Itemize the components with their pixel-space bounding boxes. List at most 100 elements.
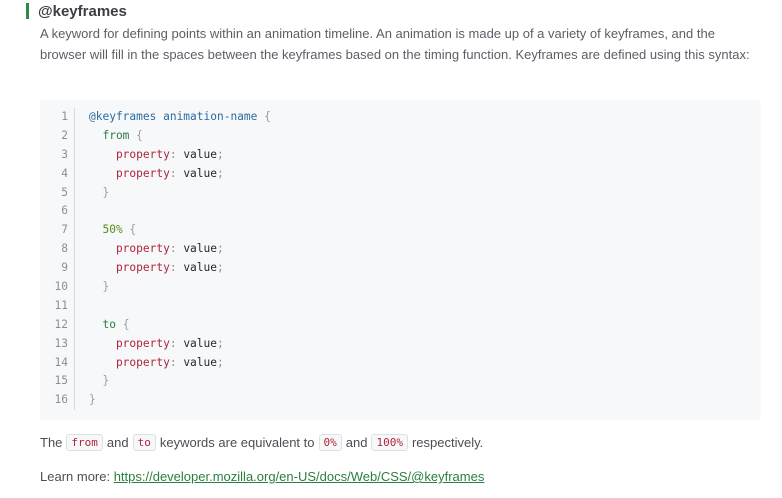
code-lines: 1 @keyframes animation-name {2 from {3 pr… xyxy=(40,108,271,411)
code-token: } xyxy=(89,185,110,199)
code-token: : xyxy=(169,242,184,256)
inline-code-zero-percent: 0% xyxy=(318,434,342,451)
code-text: property: value; xyxy=(75,240,224,259)
code-token: { xyxy=(129,223,137,237)
line-number: 5 xyxy=(40,183,75,203)
code-token: ; xyxy=(217,336,224,350)
code-line: 2 from { xyxy=(40,126,271,146)
code-token: to xyxy=(89,317,123,331)
line-number: 1 xyxy=(40,108,75,127)
line-number: 6 xyxy=(40,202,75,222)
code-token: { xyxy=(122,317,130,331)
code-token: value xyxy=(183,355,217,369)
inline-code-hundred-percent: 100% xyxy=(371,434,408,451)
code-block[interactable]: 1 @keyframes animation-name {2 from {3 pr… xyxy=(40,100,761,420)
description-text: A keyword for defining points within an … xyxy=(40,26,750,62)
code-token: value xyxy=(183,336,217,350)
code-text: to { xyxy=(75,316,129,335)
code-line: 1 @keyframes animation-name { xyxy=(40,108,271,127)
code-token: : xyxy=(169,261,184,275)
code-token: : xyxy=(169,355,184,369)
line-number: 15 xyxy=(40,372,75,392)
code-text: } xyxy=(75,391,96,410)
code-token: property xyxy=(89,336,170,350)
equiv-text-the: The xyxy=(40,435,63,450)
code-line: 3 property: value; xyxy=(40,145,271,165)
code-line: 4 property: value; xyxy=(40,164,271,184)
code-text: from { xyxy=(75,127,143,146)
equiv-text-mid: keywords are equivalent to xyxy=(159,435,315,450)
code-token: { xyxy=(264,110,271,123)
line-number: 13 xyxy=(40,334,75,354)
code-line: 8 property: value; xyxy=(40,240,271,260)
code-token: @keyframes xyxy=(89,110,157,123)
code-text: } xyxy=(75,278,109,297)
code-text: } xyxy=(75,184,109,203)
code-token: ; xyxy=(217,242,224,256)
code-token: value xyxy=(183,261,217,275)
line-number: 12 xyxy=(40,315,75,335)
code-token: property xyxy=(89,147,170,161)
equiv-text-and-2: and xyxy=(345,435,368,450)
heading-title: @keyframes xyxy=(38,2,127,20)
code-text: property: value; xyxy=(75,146,224,165)
inline-code-to: to xyxy=(132,434,156,451)
line-number: 10 xyxy=(40,278,75,297)
heading-accent-bar xyxy=(26,3,29,19)
code-line: 11 xyxy=(40,296,271,316)
code-token: ; xyxy=(217,147,224,161)
equivalence-paragraph: The from and to keywords are equivalent … xyxy=(40,434,483,451)
code-token: value xyxy=(183,242,217,256)
equiv-text-and: and xyxy=(106,435,129,450)
code-token: ; xyxy=(217,355,224,369)
code-token: property xyxy=(89,261,170,275)
code-line: 12 to { xyxy=(40,315,271,335)
code-token: : xyxy=(169,336,184,350)
code-token: : xyxy=(169,147,184,161)
line-number: 8 xyxy=(40,240,75,260)
line-number: 7 xyxy=(40,221,75,241)
code-token: } xyxy=(89,374,110,388)
line-number: 14 xyxy=(40,353,75,373)
code-token: property xyxy=(89,355,170,369)
line-number: 11 xyxy=(40,296,75,316)
code-text: } xyxy=(75,372,109,391)
code-text: 50% { xyxy=(75,221,136,240)
code-token: value xyxy=(183,166,217,180)
code-text: @keyframes animation-name { xyxy=(75,108,271,127)
code-token: property xyxy=(89,242,170,256)
code-line: 16} xyxy=(40,391,271,411)
code-line: 7 50% { xyxy=(40,221,271,241)
code-token: from xyxy=(89,128,137,142)
line-number: 16 xyxy=(40,391,75,411)
code-token: ; xyxy=(217,166,224,180)
code-line: 10 } xyxy=(40,278,271,297)
code-token: 50% xyxy=(89,223,130,237)
code-token: } xyxy=(89,393,96,407)
code-line: 13 property: value; xyxy=(40,334,271,354)
learn-more-label: Learn more: xyxy=(40,469,114,484)
learn-more-paragraph: Learn more: https://developer.mozilla.or… xyxy=(40,469,484,484)
code-token: animation-name xyxy=(156,110,265,123)
code-token: { xyxy=(136,128,143,142)
inline-code-from: from xyxy=(66,434,103,451)
code-text: property: value; xyxy=(75,165,224,184)
code-text: property: value; xyxy=(75,259,224,278)
code-line: 15 } xyxy=(40,372,271,392)
code-token: ; xyxy=(217,261,224,275)
equiv-text-end: respectively. xyxy=(411,435,484,450)
mdn-link[interactable]: https://developer.mozilla.org/en-US/docs… xyxy=(114,469,485,484)
line-number: 3 xyxy=(40,145,75,165)
code-token: value xyxy=(183,147,217,161)
code-line: 14 property: value; xyxy=(40,353,271,373)
line-number: 2 xyxy=(40,126,75,146)
code-text: property: value; xyxy=(75,335,224,354)
code-token: property xyxy=(89,166,170,180)
code-line: 9 property: value; xyxy=(40,259,271,279)
code-token: : xyxy=(169,166,184,180)
code-text: property: value; xyxy=(75,354,224,373)
section-heading: @keyframes xyxy=(26,0,127,22)
code-line: 6 xyxy=(40,202,271,222)
